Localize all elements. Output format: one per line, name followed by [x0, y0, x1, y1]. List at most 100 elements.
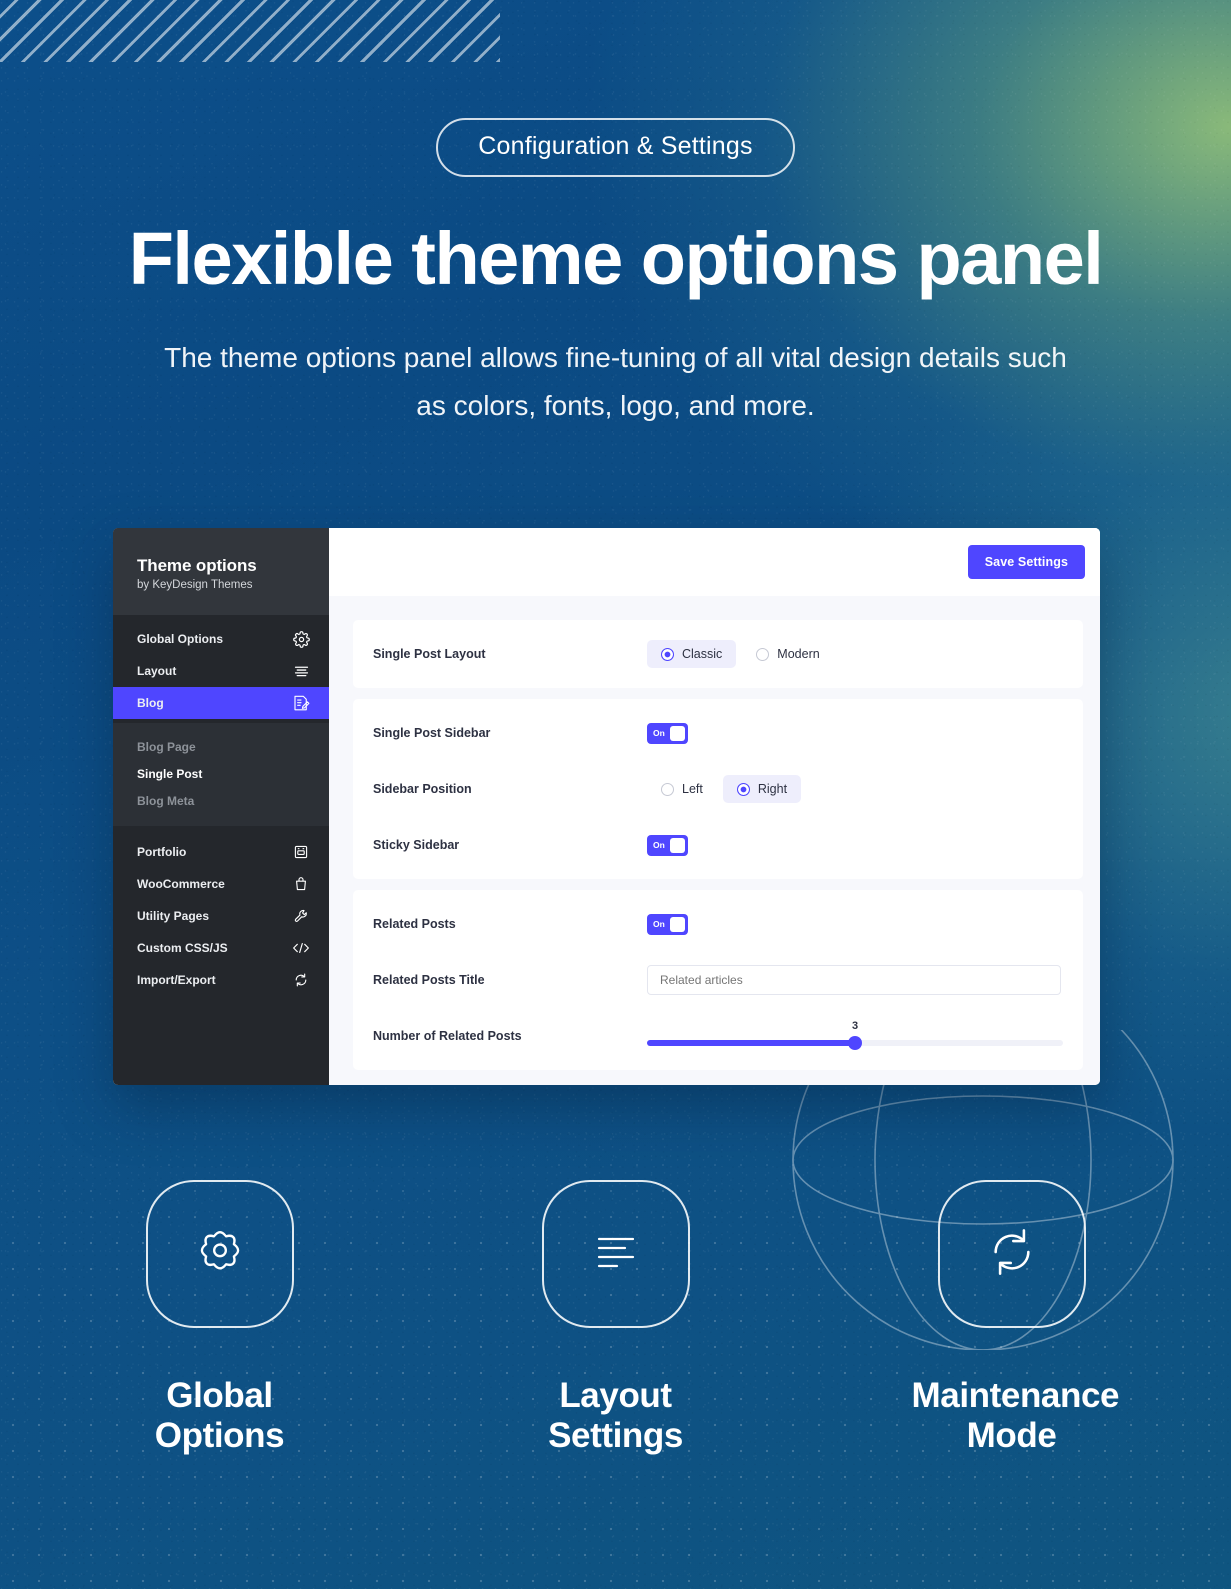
slider-value-label: 3 [851, 1020, 859, 1032]
panel-toolbar: Save Settings [329, 528, 1100, 596]
sidebar-item-label: Portfolio [137, 845, 187, 859]
feature-maintenance-mode: Maintenance Mode [911, 1180, 1120, 1456]
setting-label: Sidebar Position [373, 782, 472, 796]
shopping-bag-icon [291, 874, 311, 894]
radio-option-modern[interactable]: Modern [742, 640, 833, 668]
hero-badge: Configuration & Settings [436, 118, 795, 177]
feature-list: Global Options Layout Settings Maintenan… [0, 1180, 1231, 1456]
radio-option-classic[interactable]: Classic [647, 640, 737, 668]
setting-row-single-post-layout: Single Post Layout Classic Modern [353, 626, 1083, 682]
setting-row-related-posts-title: Related Posts Title [353, 952, 1083, 1008]
edit-document-icon [291, 693, 311, 713]
sidebar-item-custom-css-js[interactable]: Custom CSS/JS [113, 932, 329, 964]
sidebar-subitem-blog-meta[interactable]: Blog Meta [113, 787, 329, 814]
radio-dot-icon [661, 782, 674, 796]
radio-label: Left [682, 782, 703, 796]
radio-label: Classic [682, 647, 723, 661]
radio-option-right[interactable]: Right [722, 775, 802, 803]
sidebar-title: Theme options [137, 556, 257, 575]
single-post-layout-radio-group: Classic Modern [647, 640, 834, 668]
sidebar-subtitle: by KeyDesign Themes [137, 579, 253, 591]
feature-layout-settings: Layout Settings [516, 1180, 716, 1456]
toggle-knob [670, 916, 685, 932]
panel-content: Save Settings Single Post Layout Classic [329, 528, 1100, 1085]
setting-control: On [647, 834, 1063, 856]
feature-label: Global Options [154, 1376, 285, 1455]
setting-label: Related Posts [373, 917, 456, 931]
feature-label: Layout Settings [548, 1376, 683, 1455]
sidebar-item-label: Import/Export [137, 973, 216, 987]
feature-global-options: Global Options [120, 1180, 320, 1456]
gear-icon [291, 629, 311, 649]
setting-row-single-post-sidebar: Single Post Sidebar On [353, 705, 1083, 761]
radio-label: Modern [777, 647, 820, 661]
settings-card-sidebar: Single Post Sidebar On Sidebar Position [353, 699, 1083, 879]
setting-label: Related Posts Title [373, 973, 485, 987]
sidebar-item-import-export[interactable]: Import/Export [113, 964, 329, 996]
sidebar-item-label: Global Options [137, 632, 223, 646]
sidebar-subitem-blog-page[interactable]: Blog Page [113, 733, 329, 760]
slider-handle[interactable] [848, 1036, 862, 1050]
setting-row-sidebar-position: Sidebar Position Left Right [353, 761, 1083, 817]
radio-label: Right [757, 782, 788, 796]
sidebar-item-utility-pages[interactable]: Utility Pages [113, 900, 329, 932]
save-settings-button[interactable]: Save Settings [967, 545, 1085, 579]
sidebar-item-label: Layout [137, 664, 177, 678]
setting-label: Sticky Sidebar [373, 838, 460, 852]
related-posts-title-input[interactable] [647, 965, 1061, 995]
setting-label: Single Post Layout [373, 647, 486, 661]
feature-icon-box [937, 1180, 1086, 1328]
toggle-knob [670, 725, 685, 741]
page-subtitle: The theme options panel allows fine-tuni… [164, 341, 1067, 421]
sidebar-item-layout[interactable]: Layout [113, 655, 329, 687]
setting-control: Classic Modern [647, 640, 1063, 668]
setting-row-related-posts: Related Posts On [353, 896, 1083, 952]
align-lines-icon [291, 661, 311, 681]
sidebar-secondary-nav: Portfolio WooCommerce Utility Pages Cust… [113, 826, 329, 1000]
setting-control: 3 [647, 1020, 1063, 1050]
sidebar-item-label: Blog [137, 696, 164, 710]
sidebar-primary-nav: Global Options Layout Blog [113, 615, 329, 723]
settings-card-related-posts: Related Posts On Related Posts Title Rel… [353, 890, 1083, 1070]
setting-control [647, 965, 1063, 995]
settings-card-layout: Single Post Layout Classic Modern [353, 620, 1083, 688]
settings-body: Single Post Layout Classic Modern Single… [329, 596, 1100, 1081]
radio-option-left[interactable]: Left [647, 775, 717, 803]
sidebar-item-label: Custom CSS/JS [137, 941, 228, 955]
sidebar-item-label: WooCommerce [137, 877, 225, 891]
align-left-outline-icon [591, 1229, 641, 1280]
setting-control: On [647, 913, 1063, 935]
page-title: Flexible theme options panel [128, 217, 1104, 300]
setting-control: On [647, 722, 1063, 744]
code-brackets-icon [291, 938, 311, 958]
sidebar-item-woocommerce[interactable]: WooCommerce [113, 868, 329, 900]
setting-label: Single Post Sidebar [373, 726, 491, 740]
slider-track[interactable] [647, 1036, 1063, 1050]
setting-row-sticky-sidebar: Sticky Sidebar On [353, 817, 1083, 873]
toggle-single-post-sidebar[interactable]: On [647, 722, 688, 744]
sidebar-header: Theme options by KeyDesign Themes [113, 528, 329, 615]
sidebar-blog-submenu: Blog Page Single Post Blog Meta [113, 723, 329, 826]
sidebar-item-global-options[interactable]: Global Options [113, 623, 329, 655]
theme-options-panel: Theme options by KeyDesign Themes Global… [113, 528, 1100, 1085]
feature-icon-box [145, 1180, 294, 1328]
toggle-state-label: On [653, 728, 665, 738]
wrench-icon [291, 906, 311, 926]
toggle-related-posts[interactable]: On [647, 913, 688, 935]
toggle-sticky-sidebar[interactable]: On [647, 834, 688, 856]
sidebar-item-portfolio[interactable]: Portfolio [113, 836, 329, 868]
sidebar-position-radio-group: Left Right [647, 775, 802, 803]
page-root: Configuration & Settings Flexible theme … [0, 0, 1231, 1589]
toggle-knob [670, 837, 685, 853]
feature-label: Maintenance Mode [911, 1376, 1120, 1455]
toggle-state-label: On [653, 840, 665, 850]
panel-sidebar: Theme options by KeyDesign Themes Global… [113, 528, 329, 1085]
related-posts-count-slider[interactable]: 3 [647, 1020, 1063, 1050]
feature-icon-box [541, 1180, 690, 1328]
sidebar-item-blog[interactable]: Blog [113, 687, 329, 719]
slider-fill [647, 1040, 855, 1046]
radio-dot-icon [736, 782, 750, 796]
hero-section: Configuration & Settings Flexible theme … [0, 0, 1231, 430]
toggle-state-label: On [653, 919, 665, 929]
sidebar-subitem-single-post[interactable]: Single Post [113, 760, 329, 787]
